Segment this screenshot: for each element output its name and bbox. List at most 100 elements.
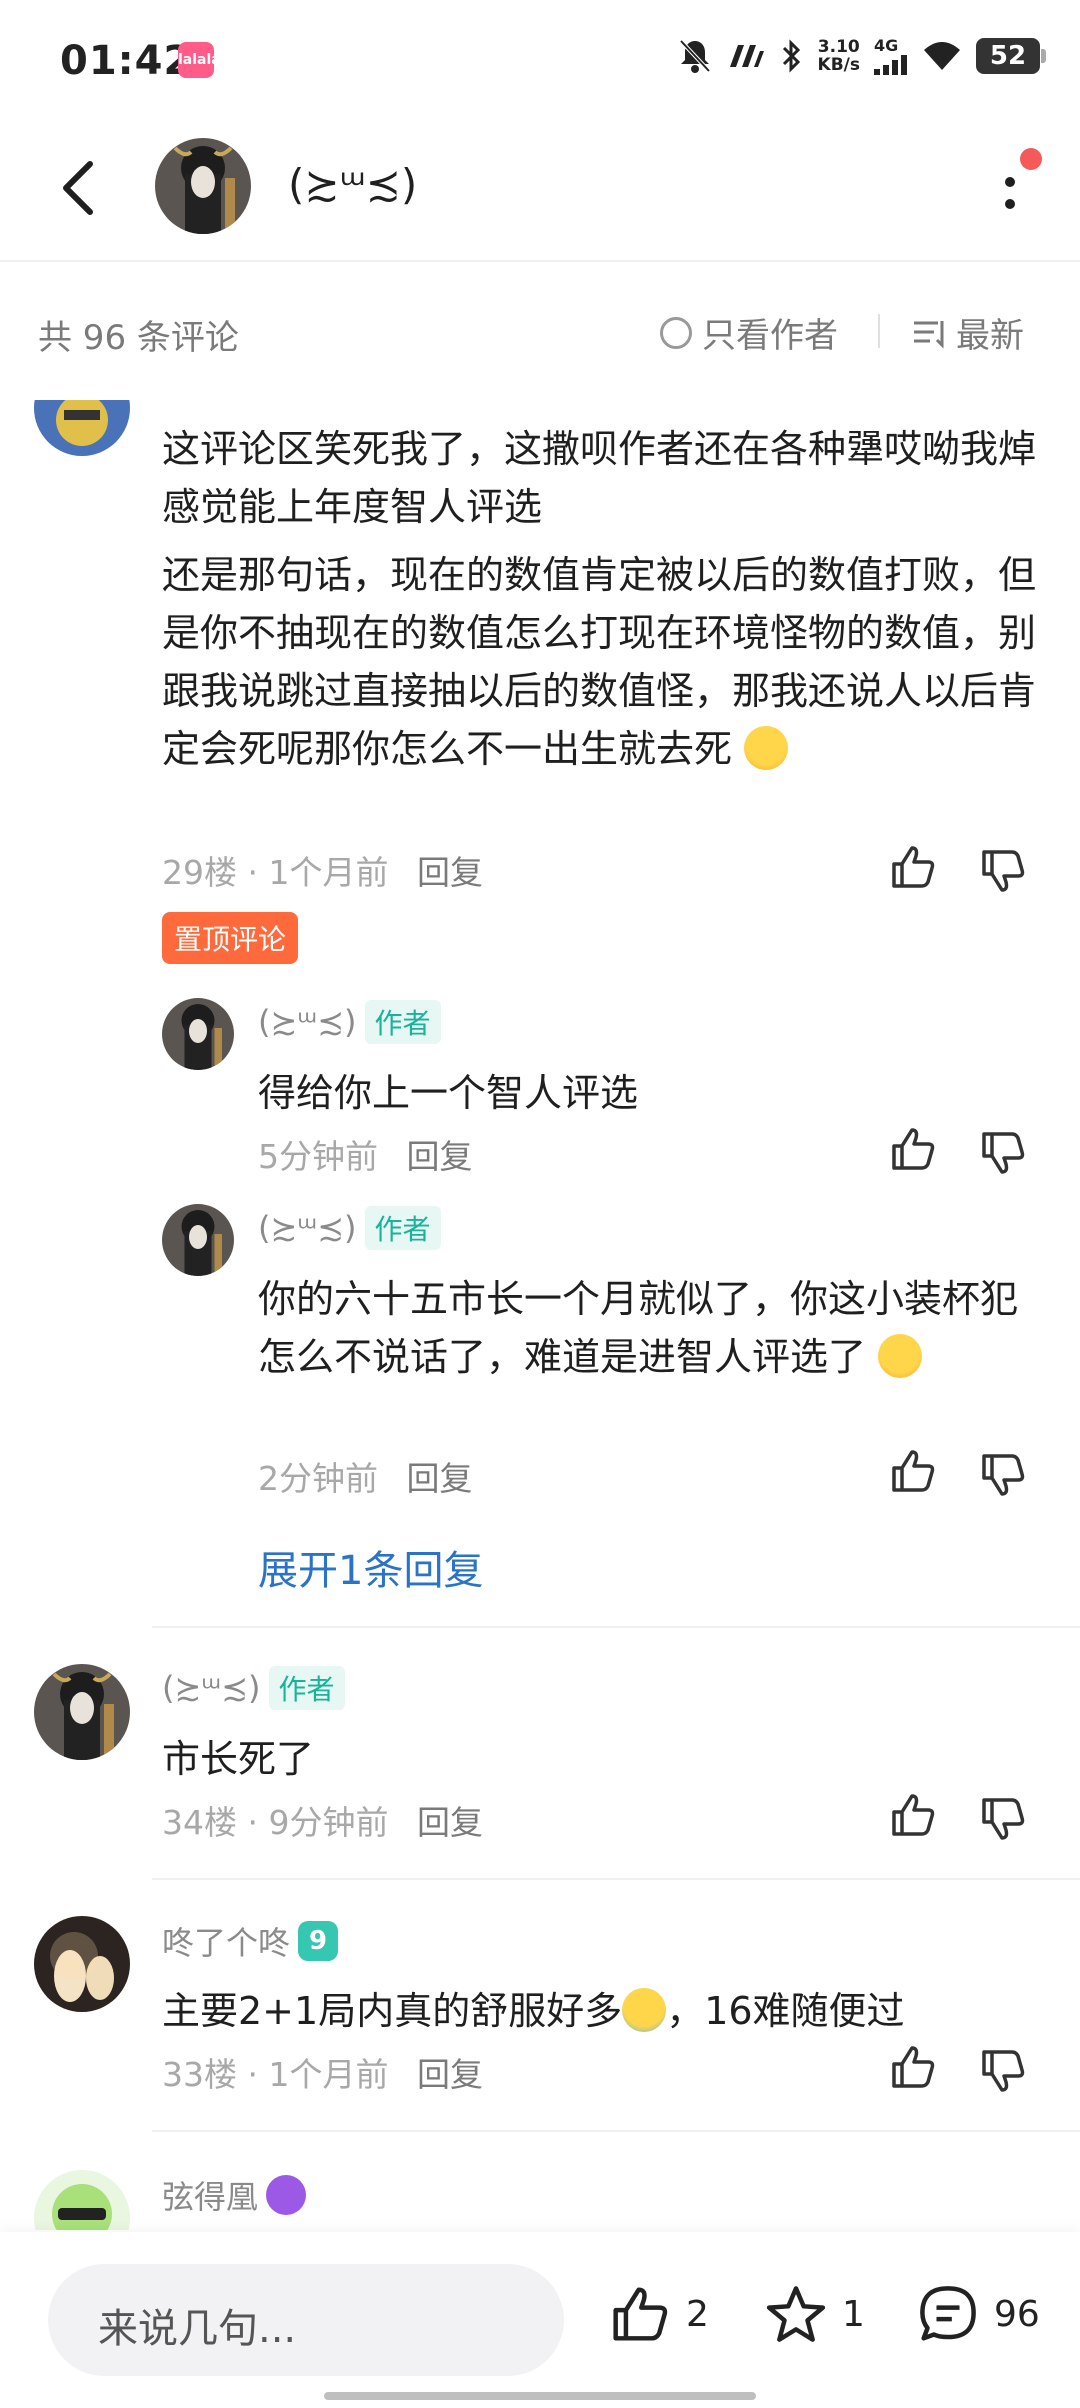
- status-bar: 01:42 lalala 3.10 KB/s 4G 52: [0, 0, 1080, 120]
- comment-text: 主要2+1局内真的舒服好多 ，16难随便过: [162, 1982, 1042, 2040]
- comment-input[interactable]: 来说几句...: [48, 2264, 564, 2376]
- favorite-button[interactable]: 1: [764, 2282, 865, 2346]
- like-count: 2: [686, 2293, 709, 2335]
- reply-avatar[interactable]: [162, 998, 234, 1070]
- comments-button[interactable]: 96: [916, 2282, 1040, 2346]
- commenter-avatar[interactable]: [34, 1664, 130, 1760]
- comment-meta: 33楼 · 1个月前 回复: [162, 2048, 483, 2096]
- like-button[interactable]: 2: [608, 2282, 709, 2346]
- commenter-avatar[interactable]: [34, 400, 130, 456]
- network-type: 4G: [874, 36, 899, 55]
- author-tag: 作者: [364, 1206, 441, 1250]
- thumbs-up-icon[interactable]: [888, 2042, 938, 2092]
- comment-meta: 29楼 · 1个月前 回复: [162, 846, 483, 894]
- mute-bell-icon: [679, 39, 710, 73]
- comment-sort-bar: 共 96 条评论 只看作者 最新: [0, 262, 1080, 402]
- radio-circle-icon: [660, 316, 692, 349]
- reply-button[interactable]: 回复: [417, 853, 483, 892]
- thumbs-up-icon: [613, 2287, 668, 2341]
- more-options-icon[interactable]: [990, 160, 1030, 230]
- thumbs-down-icon[interactable]: [978, 846, 1028, 896]
- thumbs-down-icon[interactable]: [978, 2046, 1028, 2096]
- reply-button[interactable]: 回复: [407, 1137, 473, 1176]
- author-name: (≿ᵚ≾): [258, 1003, 357, 1041]
- comment-divider: [152, 2130, 1080, 2132]
- author-tag: 作者: [268, 1666, 345, 1710]
- reply-meta: 2分钟前 回复: [258, 1452, 473, 1500]
- author-name: (≿ᵚ≾): [162, 1669, 261, 1707]
- reply-text: 得给你上一个智人评选: [258, 1071, 639, 1115]
- thumbs-up-icon[interactable]: [888, 1446, 938, 1496]
- only-author-label: 只看作者: [702, 316, 838, 356]
- sort-list-icon: [914, 320, 944, 349]
- reply-author: (≿ᵚ≾) 作者: [258, 1206, 441, 1250]
- comment-text: 市长死了: [162, 1737, 315, 1781]
- reply-avatar[interactable]: [162, 1204, 234, 1276]
- app-notification-icon: lalala: [178, 42, 221, 78]
- comment-divider: [152, 1878, 1080, 1880]
- reply-time: 2分钟前: [258, 1459, 378, 1498]
- thumbs-down-icon[interactable]: [978, 1128, 1028, 1178]
- grin-emoji-icon: [744, 726, 789, 770]
- thumbs-down-icon[interactable]: [978, 1794, 1028, 1844]
- comment-total: 96: [994, 2293, 1040, 2335]
- comment-meta: 34楼 · 9分钟前 回复: [162, 1796, 483, 1844]
- comment-text-continued: 还是那句话，现在的数值肯定被以后的数值打败，但是你不抽现在的数值怎么打现在环境怪…: [162, 546, 1042, 778]
- battery-icon: 52: [976, 37, 1046, 74]
- reply-button[interactable]: 回复: [417, 2055, 483, 2094]
- comment-author: 咚了个咚 9: [162, 1918, 339, 1964]
- comment-text-body: 主要2+1局内真的舒服好多: [162, 1989, 623, 2033]
- comment-list[interactable]: 这评论区笑死我了，这撒呗作者还在各种犟哎呦我焯感觉能上年度智人评选 还是那句话，…: [0, 400, 1080, 2230]
- nfc-icon: [729, 44, 764, 67]
- floor-time: 29楼 · 1个月前: [162, 853, 389, 892]
- author-tag: 作者: [364, 1000, 441, 1044]
- sort-newest-button[interactable]: 最新: [912, 308, 1024, 357]
- top-nav: (≿ᵚ≾): [0, 120, 1080, 262]
- back-arrow-icon[interactable]: [54, 158, 104, 218]
- only-author-toggle[interactable]: 只看作者: [660, 308, 838, 357]
- comment-text: 这评论区笑死我了，这撒呗作者还在各种犟哎呦我焯感觉能上年度智人评选: [162, 427, 1037, 529]
- like-badge-icon: [266, 2175, 307, 2215]
- pinned-comment-badge: 置顶评论: [162, 912, 299, 964]
- floor-time: 34楼 · 9分钟前: [162, 1803, 389, 1842]
- comment-count: 共 96 条评论: [38, 318, 239, 358]
- reply-button[interactable]: 回复: [417, 1803, 483, 1842]
- reply-text: 你的六十五市长一个月就似了，你这小装杯犯怎么不说话了，难道是进智人评选了: [258, 1270, 1038, 1386]
- comment-divider: [152, 1626, 1080, 1628]
- page-title: (≿ᵚ≾): [288, 160, 418, 209]
- commenter-avatar[interactable]: [34, 2170, 130, 2230]
- reply-button[interactable]: 回复: [407, 1459, 473, 1498]
- comment-author: 弦得凰: [162, 2172, 307, 2218]
- comment-author: (≿ᵚ≾) 作者: [162, 1666, 345, 1710]
- thumbs-up-icon[interactable]: [888, 842, 938, 892]
- comment-bubble-icon: [920, 2286, 976, 2341]
- thumbs-down-icon[interactable]: [978, 1450, 1028, 1500]
- favorite-count: 1: [842, 2293, 865, 2335]
- author-name: 弦得凰: [162, 2178, 259, 2216]
- author-name: (≿ᵚ≾): [258, 1209, 357, 1247]
- bottom-action-bar: 来说几句... 2 1 96: [0, 2232, 1080, 2408]
- comment-text-body: 还是那句话，现在的数值肯定被以后的数值打败，但是你不抽现在的数值怎么打现在环境怪…: [162, 553, 1037, 771]
- divider: [878, 314, 880, 348]
- author-avatar[interactable]: [155, 138, 251, 234]
- author-name: 咚了个咚: [162, 1924, 291, 1962]
- status-time: 01:42: [60, 38, 193, 84]
- floor-time: 33楼 · 1个月前: [162, 2055, 389, 2094]
- star-icon: [766, 2286, 826, 2342]
- reply-author: (≿ᵚ≾) 作者: [258, 1000, 441, 1044]
- gesture-home-bar[interactable]: [324, 2392, 756, 2400]
- cell-signal-icon: 4G: [874, 36, 908, 75]
- expand-replies-link[interactable]: 展开1条回复: [258, 1538, 483, 1596]
- commenter-avatar[interactable]: [34, 1916, 130, 2012]
- bluetooth-icon: [782, 38, 800, 73]
- wifi-icon: [924, 41, 960, 70]
- reply-time: 5分钟前: [258, 1137, 378, 1176]
- level-badge-icon: 9: [298, 1921, 339, 1961]
- status-icons: 3.10 KB/s 4G 52: [678, 36, 1046, 75]
- notification-dot: [1020, 148, 1042, 170]
- crying-emoji-icon: [622, 1988, 667, 2032]
- thumbs-up-icon[interactable]: [888, 1790, 938, 1840]
- laugh-emoji-icon: [878, 1334, 923, 1378]
- input-placeholder: 来说几句...: [98, 2306, 297, 2352]
- thumbs-up-icon[interactable]: [888, 1124, 938, 1174]
